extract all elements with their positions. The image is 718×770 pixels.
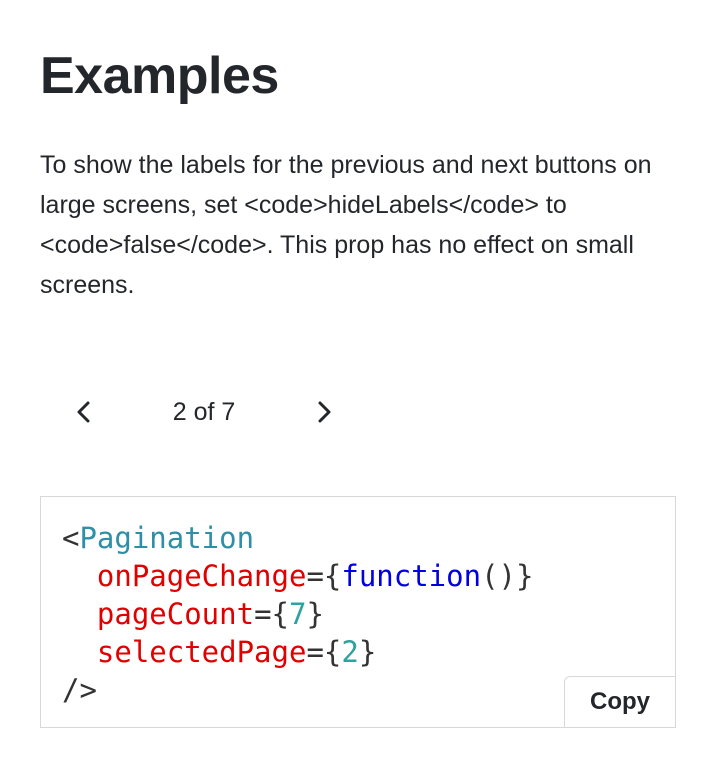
chevron-right-icon xyxy=(318,401,331,423)
code-equals: = xyxy=(306,635,324,669)
code-prop-value: function xyxy=(341,559,482,593)
code-close-tag: /> xyxy=(62,673,97,707)
code-prop-name: pageCount xyxy=(96,597,255,631)
code-block: <Pagination onPageChange={function()} pa… xyxy=(62,519,533,709)
code-open-brace: { xyxy=(271,597,289,631)
code-close-brace: } xyxy=(515,559,534,593)
code-prop-name: onPageChange xyxy=(96,559,307,593)
code-open-bracket: < xyxy=(62,521,80,555)
code-example-box: <Pagination onPageChange={function()} pa… xyxy=(40,496,676,728)
code-open-brace: { xyxy=(323,559,342,593)
code-component-name: Pagination xyxy=(79,521,255,555)
pagination: 2 of 7 xyxy=(60,384,348,440)
code-close-brace: } xyxy=(306,597,324,631)
copy-button[interactable]: Copy xyxy=(564,676,676,728)
code-prop-value: 2 xyxy=(341,635,359,669)
page-status: 2 of 7 xyxy=(172,397,236,426)
section-heading: Examples xyxy=(40,47,279,105)
code-prop-name: selectedPage xyxy=(96,635,307,669)
code-equals: = xyxy=(306,559,324,593)
code-prop-value: 7 xyxy=(289,597,307,631)
section-description: To show the labels for the previous and … xyxy=(40,151,652,299)
code-parens: () xyxy=(481,559,516,593)
next-page-button[interactable] xyxy=(300,384,348,440)
chevron-left-icon xyxy=(77,401,90,423)
previous-page-button[interactable] xyxy=(60,384,108,440)
code-open-brace: { xyxy=(323,635,342,669)
code-close-brace: } xyxy=(358,635,377,669)
code-equals: = xyxy=(254,597,272,631)
